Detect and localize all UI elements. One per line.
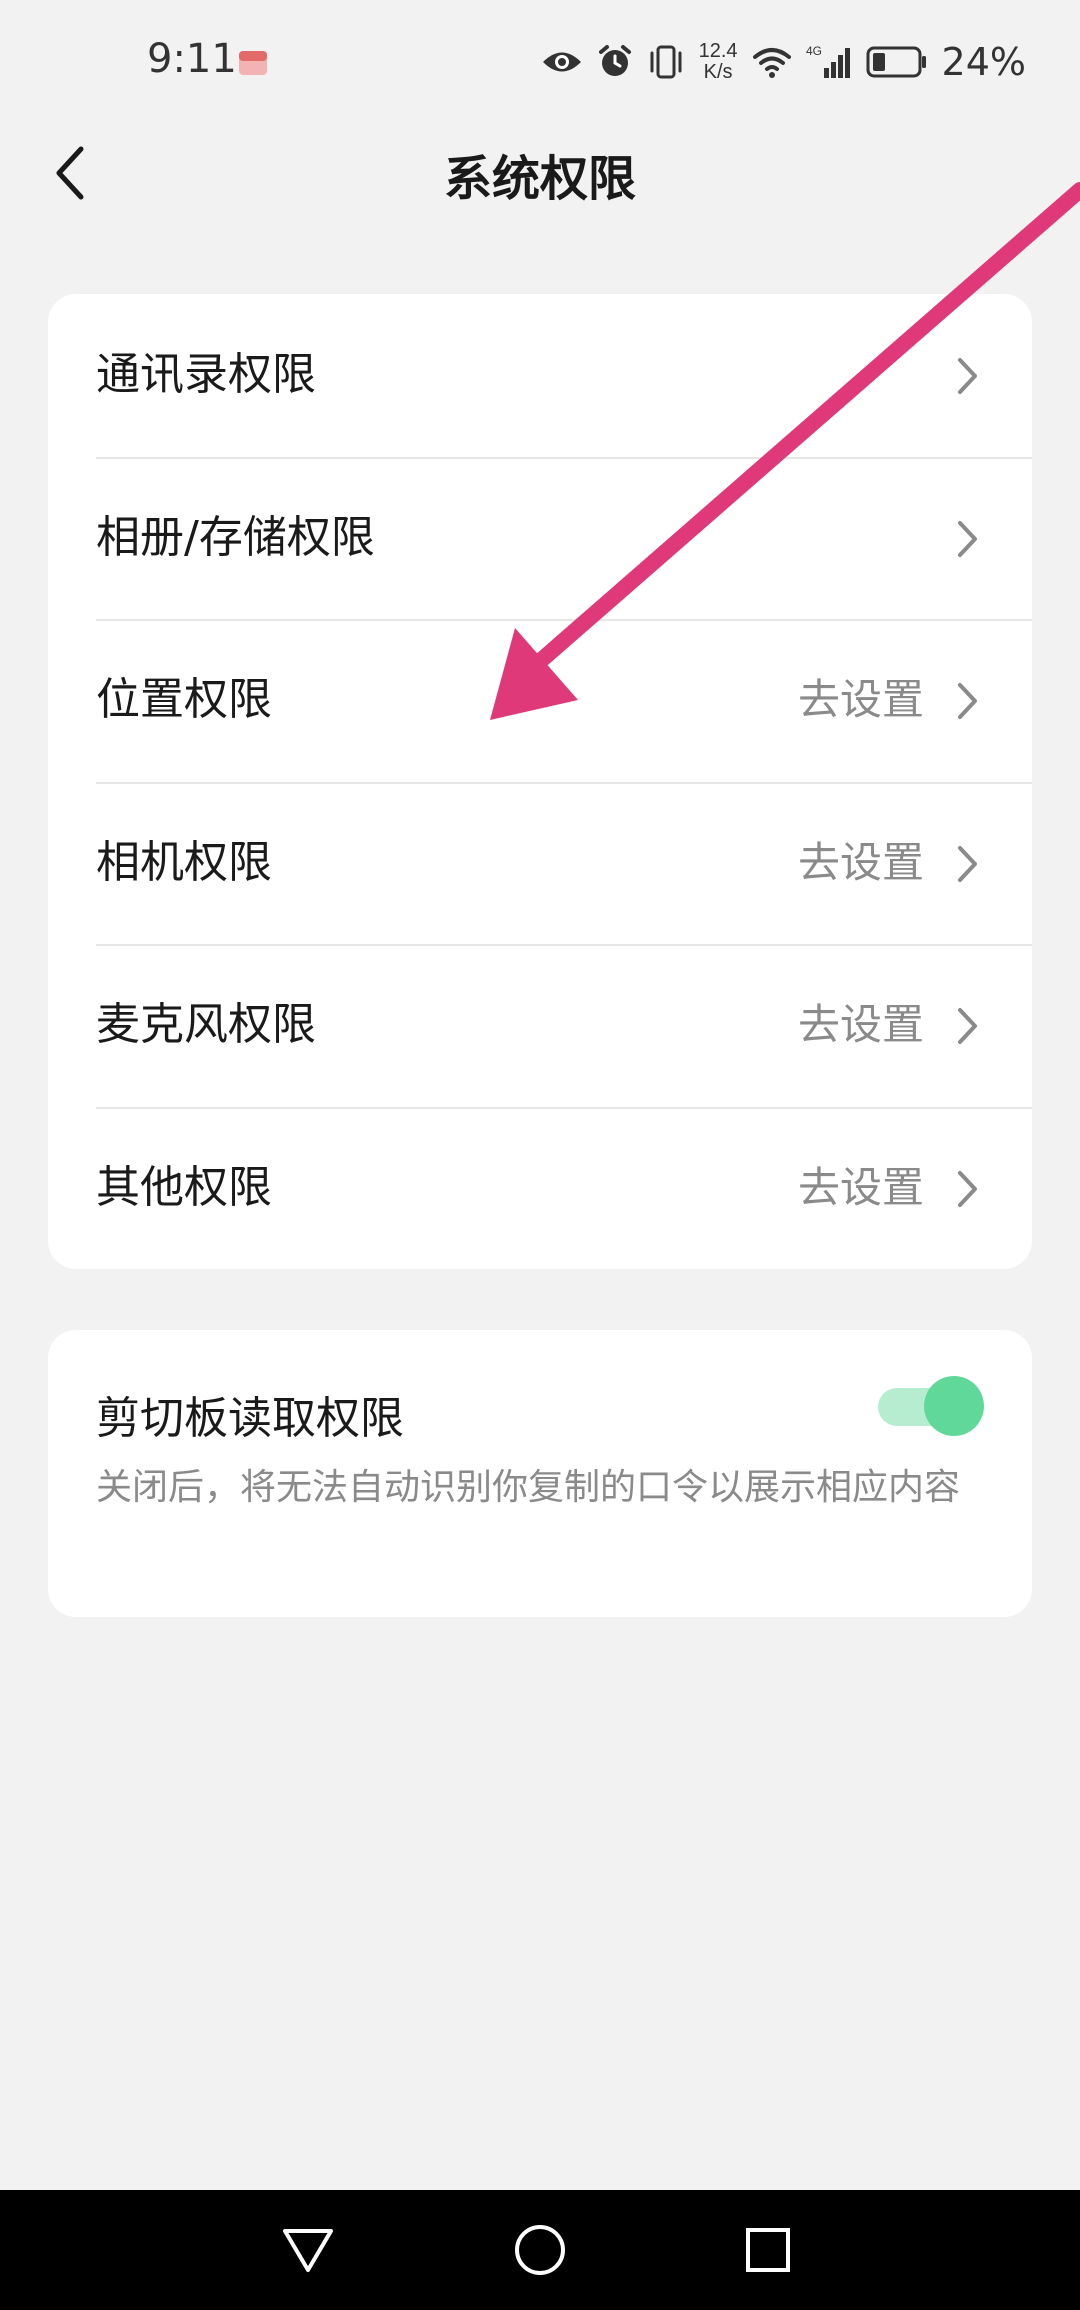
permission-label: 其他权限 bbox=[96, 1161, 272, 1213]
chevron-right-icon bbox=[958, 358, 977, 394]
network-speed-unit: K/s bbox=[703, 61, 733, 83]
nav-home-circle-icon bbox=[515, 2225, 565, 2275]
network-type: 4G bbox=[806, 44, 822, 58]
battery-percent: 24% bbox=[941, 40, 1026, 84]
page-title: 系统权限 bbox=[443, 151, 636, 207]
eye-comfort-icon bbox=[542, 52, 581, 72]
app-header: 系统权限 bbox=[0, 125, 1080, 225]
screen: 9:11 12.4 K/s 4G 24% 系统权限 通讯录权限 相册/存储权限 … bbox=[0, 0, 1080, 2310]
status-icons: 12.4 K/s 4G 24% bbox=[541, 34, 1026, 90]
permission-label: 通讯录权限 bbox=[96, 349, 316, 400]
cellular-signal-icon: 4G bbox=[806, 44, 850, 78]
permissions-card: 通讯录权限 相册/存储权限 位置权限 去设置 相机权限 去设置 麦克风权限 去设… bbox=[48, 294, 1032, 1269]
permission-row-contacts[interactable]: 通讯录权限 bbox=[48, 294, 1032, 457]
clipboard-permission-description: 关闭后，将无法自动识别你复制的口令以展示相应内容 bbox=[96, 1467, 961, 1508]
network-speed: 12.4 K/s bbox=[699, 41, 738, 83]
permission-action: 去设置 bbox=[797, 837, 924, 887]
chevron-right-icon bbox=[958, 1008, 977, 1044]
vibrate-icon bbox=[650, 45, 682, 79]
alarm-icon bbox=[598, 45, 631, 76]
chevron-right-icon bbox=[958, 520, 977, 557]
chevron-right-icon bbox=[958, 683, 977, 719]
permission-row-album-storage[interactable]: 相册/存储权限 bbox=[48, 456, 1032, 620]
chevron-right-icon bbox=[958, 1170, 977, 1207]
permission-action: 去设置 bbox=[797, 1000, 924, 1049]
nav-back-button[interactable] bbox=[248, 2190, 368, 2310]
clipboard-card: 剪切板读取权限 关闭后，将无法自动识别你复制的口令以展示相应内容 bbox=[48, 1330, 1032, 1617]
clipboard-permission-title: 剪切板读取权限 bbox=[96, 1393, 404, 1444]
status-time: 9:11 bbox=[147, 36, 237, 82]
permission-row-other[interactable]: 其他权限 去设置 bbox=[48, 1106, 1032, 1270]
nav-home-button[interactable] bbox=[480, 2190, 600, 2310]
permission-label: 相机权限 bbox=[96, 836, 272, 888]
permission-row-camera[interactable]: 相机权限 去设置 bbox=[48, 781, 1032, 945]
nav-back-triangle-icon bbox=[283, 2229, 333, 2272]
permission-label: 麦克风权限 bbox=[96, 999, 316, 1050]
permission-label: 位置权限 bbox=[96, 674, 272, 725]
permission-label: 相册/存储权限 bbox=[96, 511, 375, 563]
toggle-knob bbox=[924, 1376, 984, 1436]
navigation-bar bbox=[0, 2190, 1080, 2310]
status-bar: 9:11 12.4 K/s 4G 24% bbox=[0, 0, 1080, 125]
battery-icon bbox=[866, 46, 926, 78]
nav-recent-square-icon bbox=[746, 2228, 790, 2272]
permission-row-microphone[interactable]: 麦克风权限 去设置 bbox=[48, 944, 1032, 1107]
wifi-icon bbox=[752, 48, 791, 78]
chevron-right-icon bbox=[958, 845, 977, 882]
nav-recent-apps-button[interactable] bbox=[708, 2190, 828, 2310]
permission-action: 去设置 bbox=[797, 1162, 924, 1212]
network-speed-value: 12.4 bbox=[698, 40, 738, 62]
permission-action: 去设置 bbox=[797, 675, 924, 724]
app-notification-icon bbox=[239, 51, 267, 75]
permission-row-location[interactable]: 位置权限 去设置 bbox=[48, 619, 1032, 782]
clipboard-toggle[interactable] bbox=[874, 1376, 984, 1436]
